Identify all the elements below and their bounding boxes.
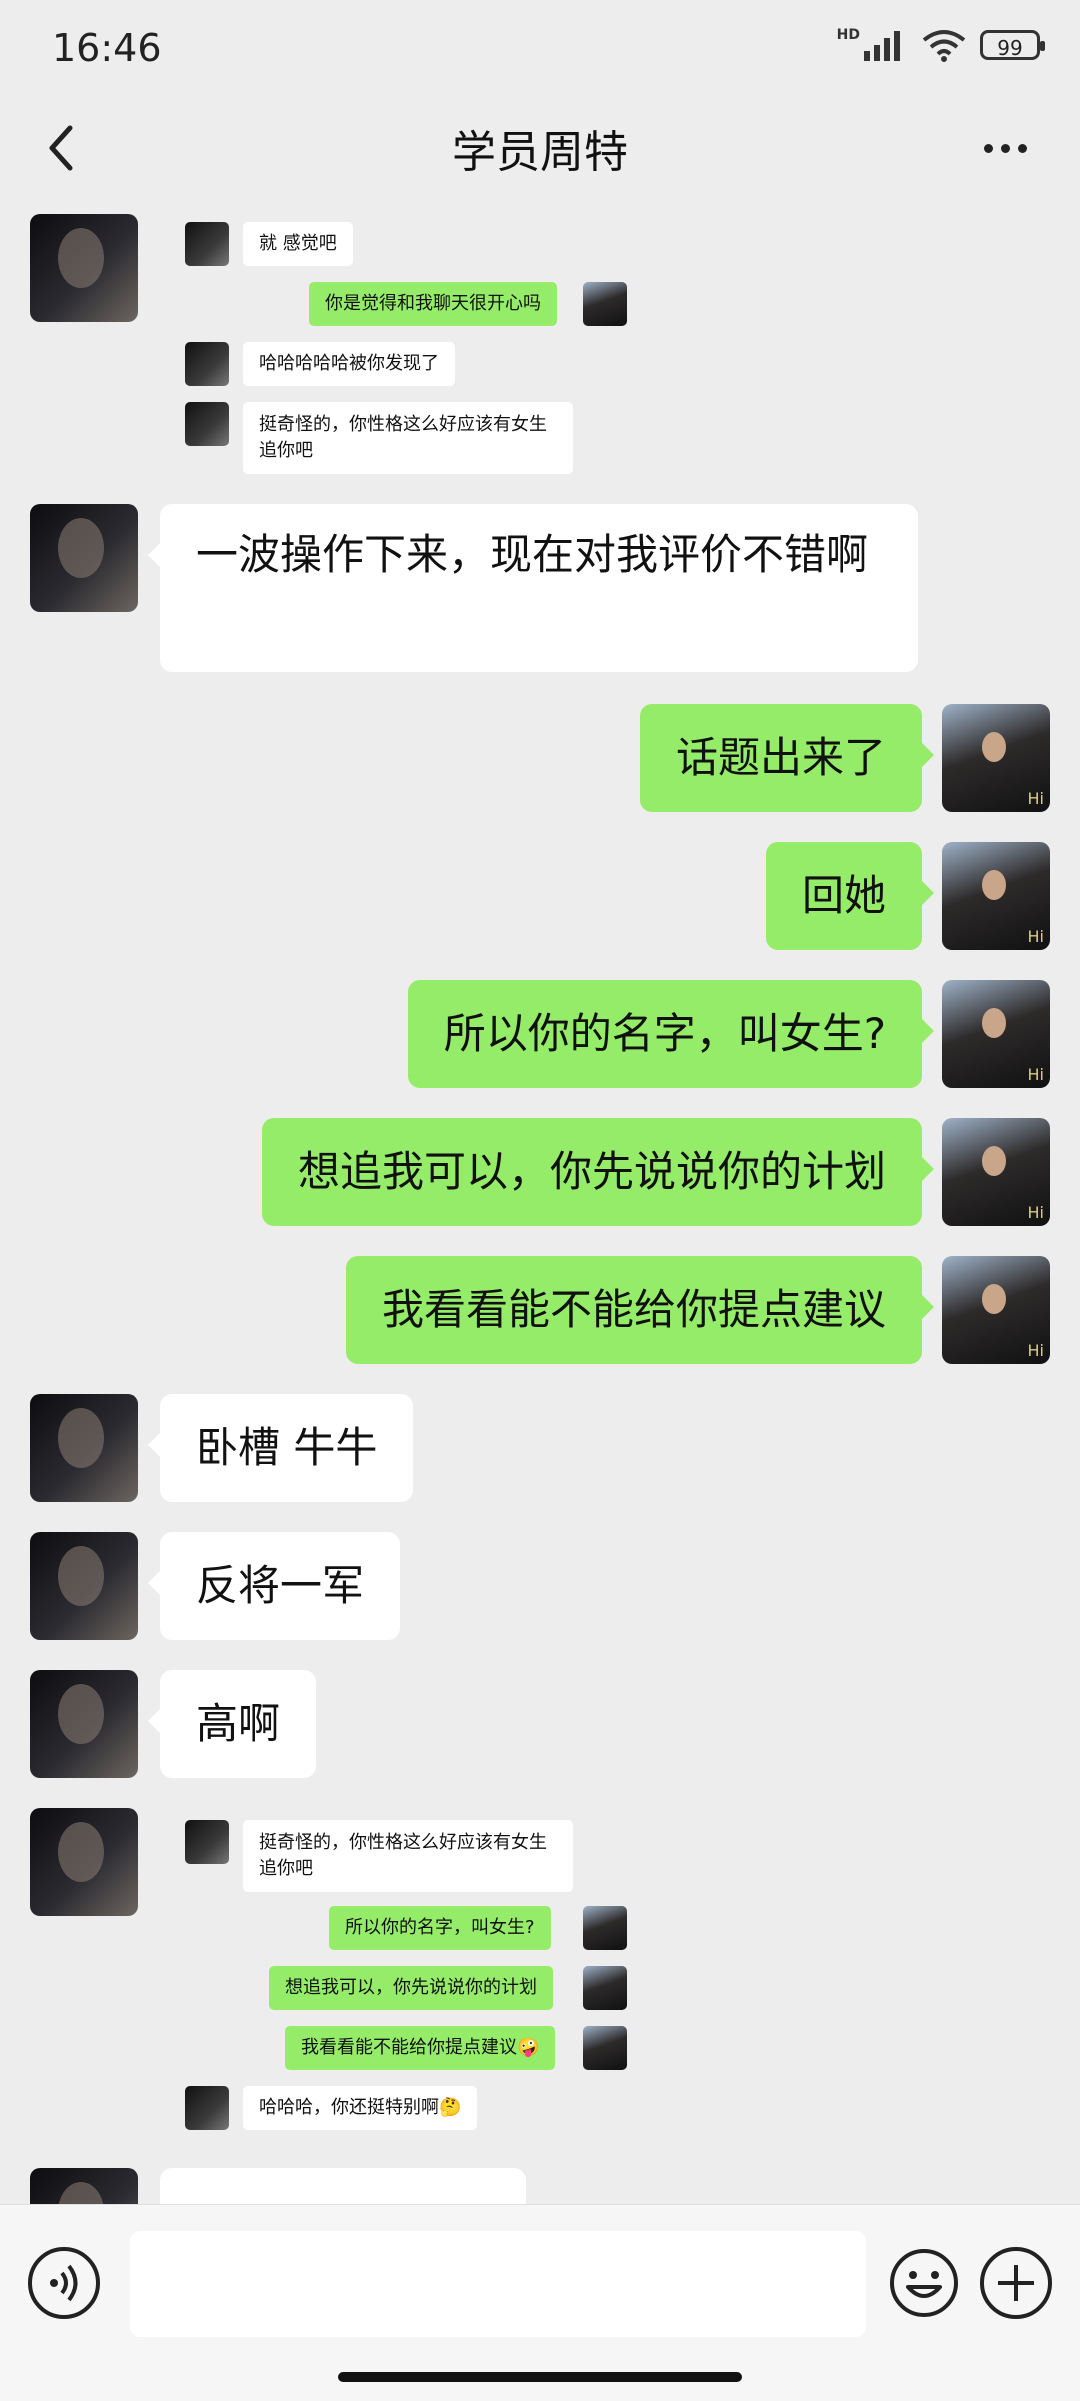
wifi-icon — [922, 30, 966, 62]
hd-label: HD — [836, 27, 860, 43]
message-row: 想追我可以，你先说说你的计划 Hi — [0, 1118, 1080, 1226]
chat-screenshot-image[interactable]: 就 感觉吧 你是觉得和我聊天很开心吗 哈哈哈哈哈被你发现了 挺奇怪的，你性格这么… — [185, 222, 645, 484]
screenshot-text: 想追我可以，你先说说你的计划 — [269, 1966, 553, 2010]
signal-icon — [864, 31, 900, 61]
message-row: 我看看能不能给你提点建议 Hi — [0, 1256, 1080, 1364]
avatar — [583, 2026, 627, 2070]
my-avatar[interactable]: Hi — [942, 980, 1050, 1088]
avatar — [185, 342, 229, 386]
my-avatar[interactable]: Hi — [942, 704, 1050, 812]
emoji-button[interactable] — [888, 2247, 960, 2319]
screenshot-text: 你是觉得和我聊天很开心吗 — [309, 282, 557, 326]
contact-avatar[interactable] — [30, 214, 138, 322]
contact-avatar[interactable] — [30, 1394, 138, 1502]
contact-avatar[interactable] — [30, 1670, 138, 1778]
avatar-badge: Hi — [1027, 789, 1044, 808]
my-avatar[interactable]: Hi — [942, 1118, 1050, 1226]
screenshot-text: 我看看能不能给你提点建议🤪 — [285, 2026, 556, 2070]
contact-avatar[interactable] — [30, 1808, 138, 1916]
avatar-badge: Hi — [1027, 1065, 1044, 1084]
voice-button[interactable] — [28, 2247, 100, 2319]
home-indicator[interactable] — [338, 2372, 742, 2382]
my-avatar[interactable]: Hi — [942, 842, 1050, 950]
screenshot-text: 所以你的名字，叫女生? — [329, 1906, 551, 1950]
avatar — [185, 1820, 229, 1864]
message-row: 什么啊，这回的 — [0, 2168, 1080, 2204]
message-bubble[interactable]: 想追我可以，你先说说你的计划 — [261, 1118, 935, 1226]
message-bubble[interactable]: 回她 — [765, 842, 935, 950]
message-bubble[interactable]: 反将一军 — [147, 1532, 401, 1640]
image-message[interactable]: 挺奇怪的，你性格这么好应该有女生追你吧 所以你的名字，叫女生? 想追我可以，你先… — [0, 1808, 1080, 2138]
message-bubble[interactable]: 所以你的名字，叫女生? — [407, 980, 935, 1088]
contact-avatar[interactable] — [30, 2168, 138, 2204]
more-dots-icon — [983, 143, 1027, 153]
emoji-icon — [890, 2249, 958, 2317]
message-input[interactable] — [130, 2231, 866, 2337]
chat-screenshot-image[interactable]: 挺奇怪的，你性格这么好应该有女生追你吧 所以你的名字，叫女生? 想追我可以，你先… — [185, 1820, 645, 2140]
avatar-badge: Hi — [1027, 1203, 1044, 1222]
message-bubble[interactable]: 高啊 — [147, 1670, 317, 1778]
message-bubble[interactable]: 卧槽 牛牛 — [147, 1394, 414, 1502]
contact-avatar[interactable] — [30, 504, 138, 612]
message-bubble[interactable]: 我看看能不能给你提点建议 — [345, 1256, 935, 1364]
message-row: 反将一军 — [0, 1532, 1080, 1640]
chat-header: 学员周特 — [0, 96, 1080, 206]
screenshot-text: 挺奇怪的，你性格这么好应该有女生追你吧 — [243, 1820, 573, 1892]
voice-icon — [50, 2264, 78, 2302]
avatar — [583, 1906, 627, 1950]
avatar — [185, 2086, 229, 2130]
status-icons: HD 99 — [836, 27, 1045, 62]
avatar — [583, 282, 627, 326]
message-bubble[interactable]: 话题出来了 — [639, 704, 935, 812]
chat-area[interactable]: 就 感觉吧 你是觉得和我聊天很开心吗 哈哈哈哈哈被你发现了 挺奇怪的，你性格这么… — [0, 206, 1080, 2204]
message-bubble[interactable]: 什么啊，这回的 — [160, 2168, 527, 2204]
message-row: 回她 Hi — [0, 842, 1080, 950]
status-bar: 16:46 HD 99 — [0, 0, 1080, 96]
my-avatar[interactable]: Hi — [942, 1256, 1050, 1364]
more-button[interactable] — [970, 118, 1040, 178]
avatar-badge: Hi — [1027, 1341, 1044, 1360]
avatar — [583, 1966, 627, 2010]
message-row: 一波操作下来，现在对我评价不错啊 — [0, 504, 1080, 672]
image-message[interactable]: 就 感觉吧 你是觉得和我聊天很开心吗 哈哈哈哈哈被你发现了 挺奇怪的，你性格这么… — [0, 214, 1080, 484]
status-time: 16:46 — [52, 26, 162, 70]
screenshot-text: 挺奇怪的，你性格这么好应该有女生追你吧 — [243, 402, 573, 474]
battery-indicator: 99 — [980, 30, 1045, 60]
plus-button[interactable] — [980, 2247, 1052, 2319]
message-row: 话题出来了 Hi — [0, 704, 1080, 812]
avatar — [185, 222, 229, 266]
screenshot-text: 哈哈哈哈哈被你发现了 — [243, 342, 455, 386]
message-bubble[interactable]: 一波操作下来，现在对我评价不错啊 — [148, 504, 918, 672]
message-row: 高啊 — [0, 1670, 1080, 1778]
screenshot-text: 就 感觉吧 — [243, 222, 353, 266]
message-row: 所以你的名字，叫女生? Hi — [0, 980, 1080, 1088]
chat-title: 学员周特 — [452, 127, 628, 178]
screenshot-text: 哈哈哈，你还挺特别啊🤔 — [243, 2086, 478, 2130]
avatar-badge: Hi — [1027, 927, 1044, 946]
avatar — [185, 402, 229, 446]
contact-avatar[interactable] — [30, 1532, 138, 1640]
message-row: 卧槽 牛牛 — [0, 1394, 1080, 1502]
